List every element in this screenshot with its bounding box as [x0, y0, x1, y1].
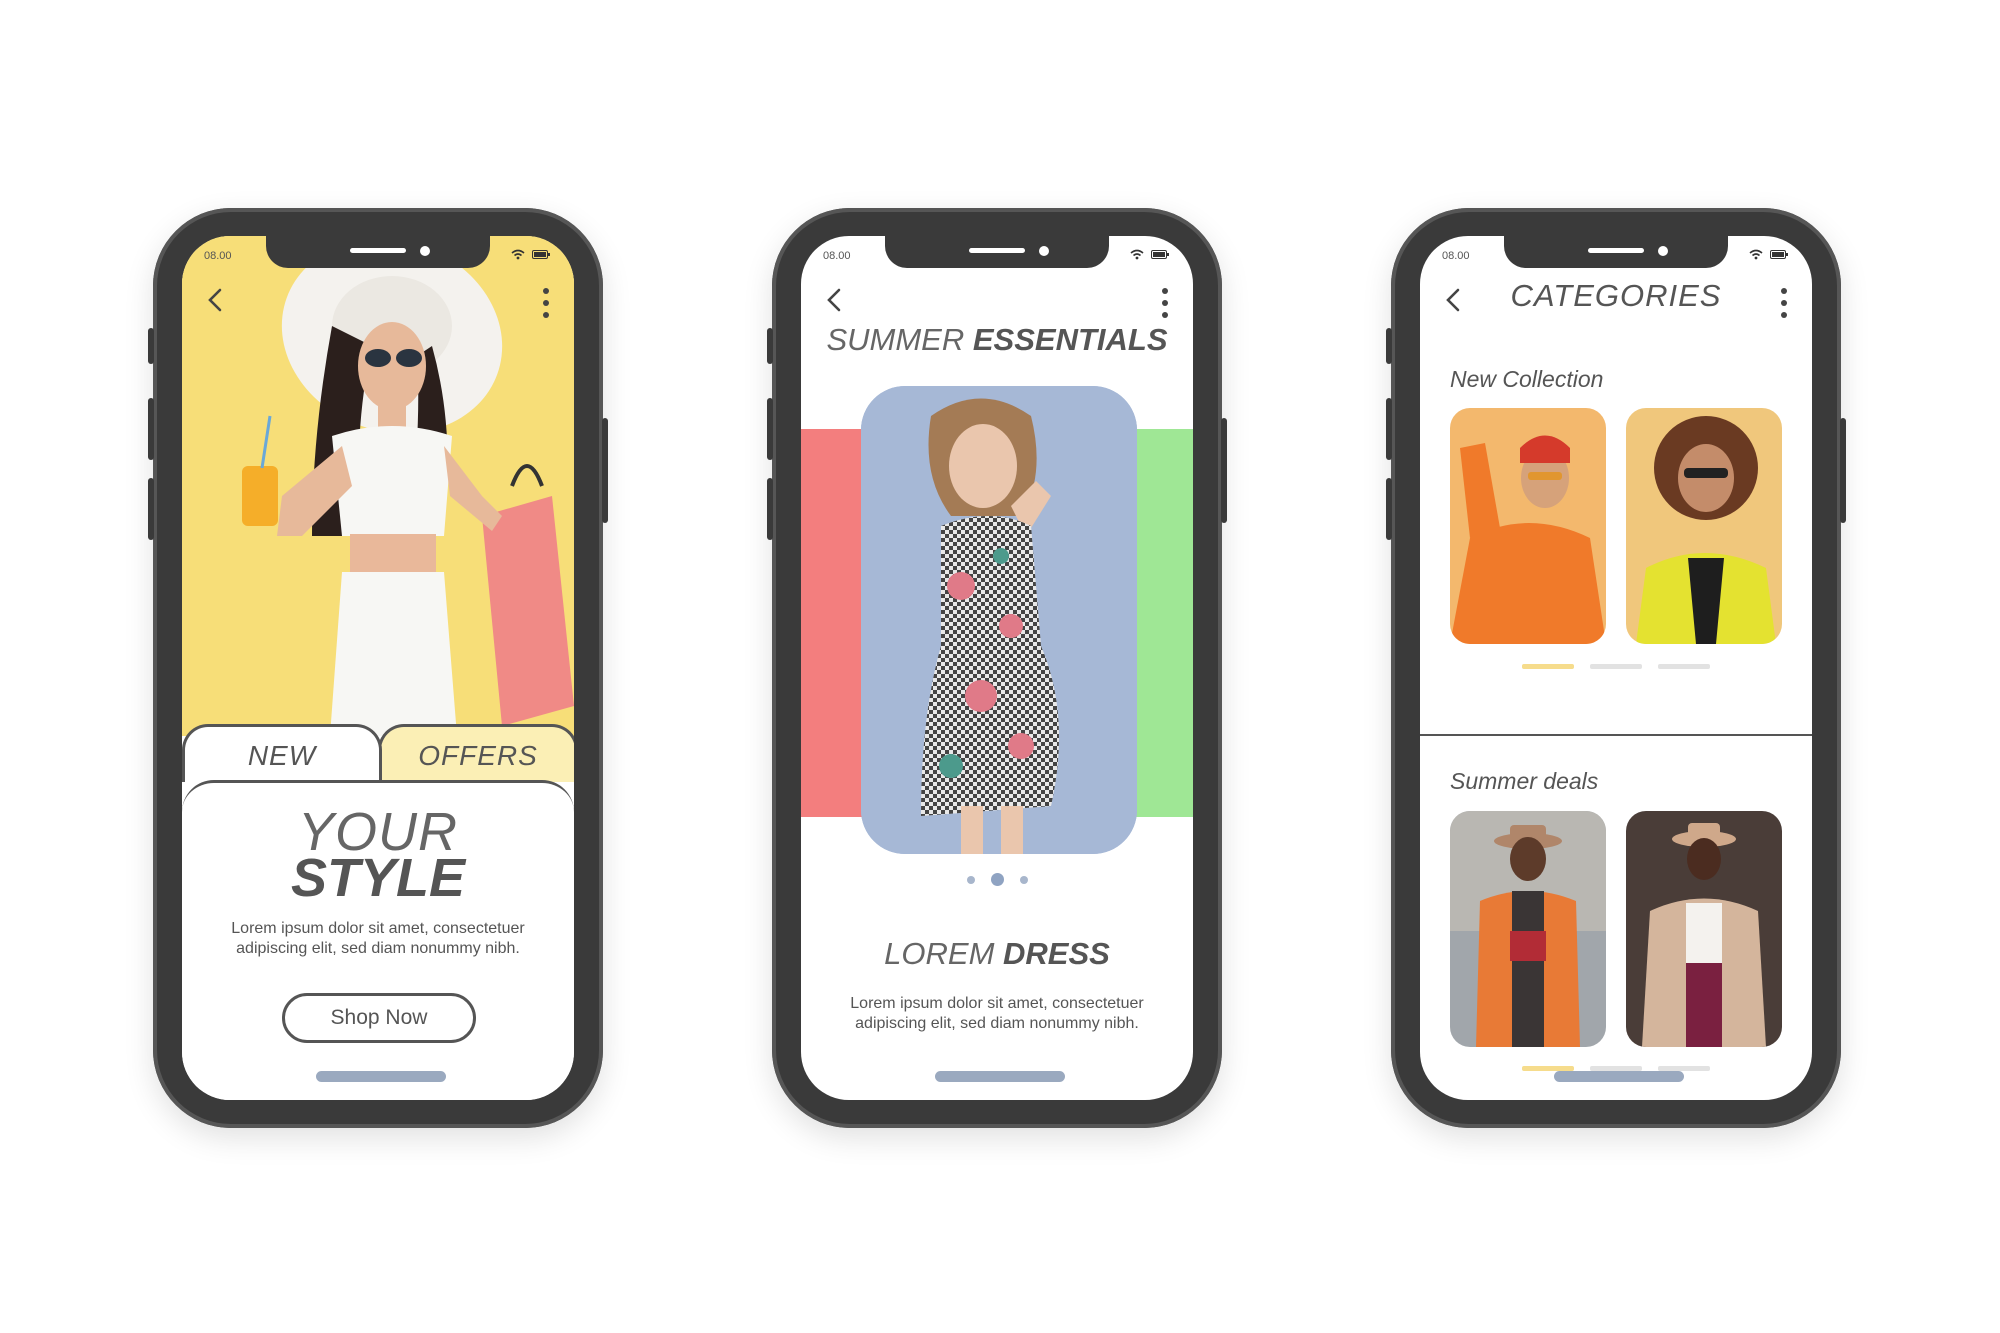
hero-image-woman-hat: [182, 236, 574, 736]
chevron-left-icon[interactable]: [1442, 286, 1466, 314]
tab-offers[interactable]: OFFERS: [378, 724, 574, 782]
phone-frame-2: 08.00 SUMMER ESSENTIALS LOREM DRESS Lore…: [767, 208, 1227, 1128]
section-title-summer-deals: Summer deals: [1450, 768, 1599, 794]
category-thumb-man-orange-coat[interactable]: [1450, 811, 1606, 1047]
pager-segment[interactable]: [1590, 664, 1642, 669]
shop-now-button[interactable]: Shop Now: [282, 993, 476, 1043]
volume-down-button: [1386, 478, 1392, 540]
more-vertical-icon[interactable]: [1153, 286, 1177, 320]
silent-switch: [148, 328, 154, 364]
carousel-dot[interactable]: [966, 875, 975, 884]
carousel-dot-active[interactable]: [990, 873, 1004, 886]
home-indicator[interactable]: [935, 1071, 1065, 1082]
volume-up-button: [767, 398, 773, 460]
page-title: CATEGORIES: [1510, 278, 1722, 313]
pager-segment-active[interactable]: [1522, 664, 1574, 669]
notch: [1504, 236, 1728, 268]
phone-frame-3: 08.00 CATEGORIES New Collection Summer d…: [1386, 208, 1846, 1128]
screen-categories: 08.00 CATEGORIES New Collection Summer d…: [1420, 236, 1812, 1100]
phone-frame-1: 08.00 NEW OFFERS YOUR STYLE Lorem ipsum …: [148, 208, 608, 1128]
category-thumb-yellow-jacket[interactable]: [1626, 408, 1782, 644]
heading-bold: STYLE: [290, 848, 466, 908]
notch: [885, 236, 1109, 268]
status-time: 08.00: [204, 250, 232, 262]
more-vertical-icon[interactable]: [534, 286, 558, 320]
product-name-bold: DRESS: [1003, 936, 1110, 971]
volume-down-button: [148, 478, 154, 540]
pager-segment[interactable]: [1658, 664, 1710, 669]
silent-switch: [767, 328, 773, 364]
section-title-new-collection: New Collection: [1450, 366, 1604, 392]
power-button: [602, 418, 608, 523]
promo-card: YOUR STYLE Lorem ipsum dolor sit amet, c…: [182, 780, 574, 1100]
tab-new[interactable]: NEW: [182, 724, 382, 782]
wifi-icon: [1749, 249, 1763, 260]
section-divider: [1420, 734, 1812, 736]
silent-switch: [1386, 328, 1392, 364]
status-time: 08.00: [1442, 250, 1470, 262]
wifi-icon: [1130, 249, 1144, 260]
page-title: SUMMER ESSENTIALS: [801, 322, 1193, 358]
chevron-left-icon[interactable]: [823, 286, 847, 314]
status-time: 08.00: [823, 250, 851, 262]
promo-description: Lorem ipsum dolor sit amet, consectetuer…: [231, 920, 525, 957]
category-thumb-woman-beige-coat[interactable]: [1626, 811, 1782, 1047]
wifi-icon: [511, 249, 525, 260]
status-icons: [511, 249, 550, 260]
title-light: SUMMER: [826, 322, 965, 357]
status-icons: [1130, 249, 1169, 260]
product-name-light: LOREM: [884, 936, 995, 971]
battery-icon: [532, 250, 550, 259]
notch: [266, 236, 490, 268]
chevron-left-icon[interactable]: [204, 286, 228, 314]
volume-up-button: [1386, 398, 1392, 460]
product-image-dress[interactable]: [861, 386, 1137, 854]
screen-summer-essentials: 08.00 SUMMER ESSENTIALS LOREM DRESS Lore…: [801, 236, 1193, 1100]
status-icons: [1749, 249, 1788, 260]
carousel-indicator: [801, 873, 1193, 886]
carousel-dot[interactable]: [1019, 875, 1028, 884]
product-description: Lorem ipsum dolor sit amet, consectetuer…: [850, 995, 1144, 1032]
product-name: LOREM DRESS: [801, 936, 1193, 972]
home-indicator[interactable]: [1554, 1071, 1684, 1082]
home-indicator[interactable]: [316, 1071, 446, 1082]
power-button: [1221, 418, 1227, 523]
title-bold: ESSENTIALS: [972, 322, 1168, 357]
battery-icon: [1151, 250, 1169, 259]
more-vertical-icon[interactable]: [1772, 286, 1796, 320]
pager-new-collection: [1420, 664, 1812, 669]
volume-up-button: [148, 398, 154, 460]
volume-down-button: [767, 478, 773, 540]
screen-your-style: 08.00 NEW OFFERS YOUR STYLE Lorem ipsum …: [182, 236, 574, 1100]
battery-icon: [1770, 250, 1788, 259]
category-thumb-orange-sweater[interactable]: [1450, 408, 1606, 644]
power-button: [1840, 418, 1846, 523]
